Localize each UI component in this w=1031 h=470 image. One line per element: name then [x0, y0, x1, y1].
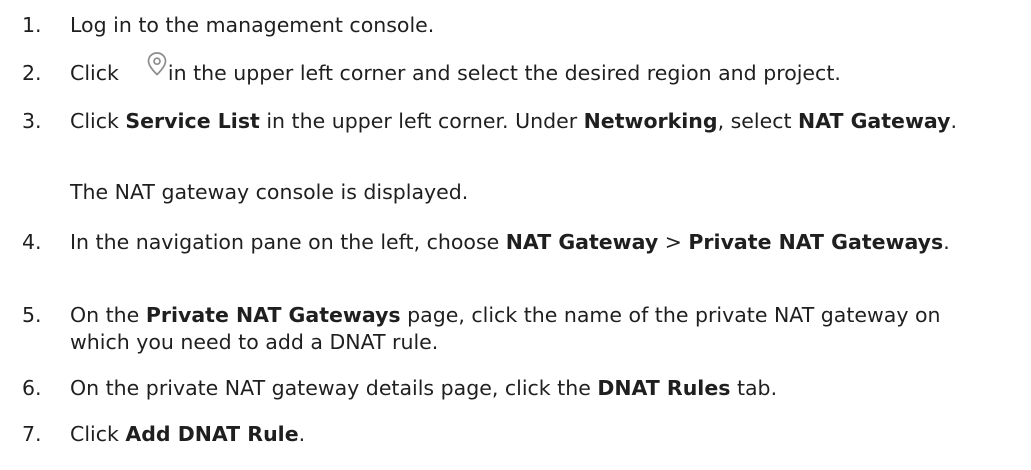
step-text-segment: tab. [730, 376, 778, 400]
ui-term: Private NAT Gateways [688, 230, 944, 254]
step-text-segment: in the upper left corner. Under [259, 109, 584, 133]
location-pin-icon [146, 51, 168, 77]
ui-term: Service List [125, 109, 260, 133]
step-text-segment: > [658, 230, 689, 254]
ui-term: Add DNAT Rule [125, 422, 299, 446]
step-text: In the navigation pane on the left, choo… [70, 229, 1028, 256]
step-text-segment: Log in to the management console. [70, 13, 435, 37]
step-number: 1. [22, 13, 42, 37]
step-text: On the Private NAT Gateways page, click … [70, 302, 950, 356]
ui-term: NAT Gateway [505, 230, 659, 254]
step-number: 5. [22, 303, 42, 327]
step-text: Click in the upper left corner and selec… [70, 60, 1028, 87]
ui-term: DNAT Rules [597, 376, 731, 400]
step-text: Log in to the management console. [70, 12, 1028, 39]
step-text-segment: On the private NAT gateway details page,… [70, 376, 598, 400]
step-text-segment: Click [70, 61, 126, 85]
step-text-segment: . [950, 109, 957, 133]
step-text-segment: On the [70, 303, 146, 327]
step-text-segment: , select [717, 109, 799, 133]
step-text: Click Service List in the upper left cor… [70, 108, 1028, 135]
step-text-segment: in the upper left corner and select the … [161, 61, 841, 85]
step-text-segment: Click [70, 109, 126, 133]
step-number: 7. [22, 422, 42, 446]
step-text: On the private NAT gateway details page,… [70, 375, 1028, 402]
step-text-segment: Click [70, 422, 126, 446]
ui-term: NAT Gateway [798, 109, 951, 133]
step-number: 4. [22, 230, 42, 254]
step-number: 3. [22, 109, 42, 133]
step-text: Click Add DNAT Rule. [70, 421, 1028, 448]
step-text-segment: . [943, 230, 950, 254]
step-number: 6. [22, 376, 42, 400]
step-3-result: The NAT gateway console is displayed. [70, 180, 469, 204]
step-number: 2. [22, 61, 42, 85]
step-text-segment: . [298, 422, 306, 446]
ui-term: Networking [583, 109, 718, 133]
ui-term: Private NAT Gateways [145, 303, 401, 327]
step-text-segment: In the navigation pane on the left, choo… [70, 230, 506, 254]
